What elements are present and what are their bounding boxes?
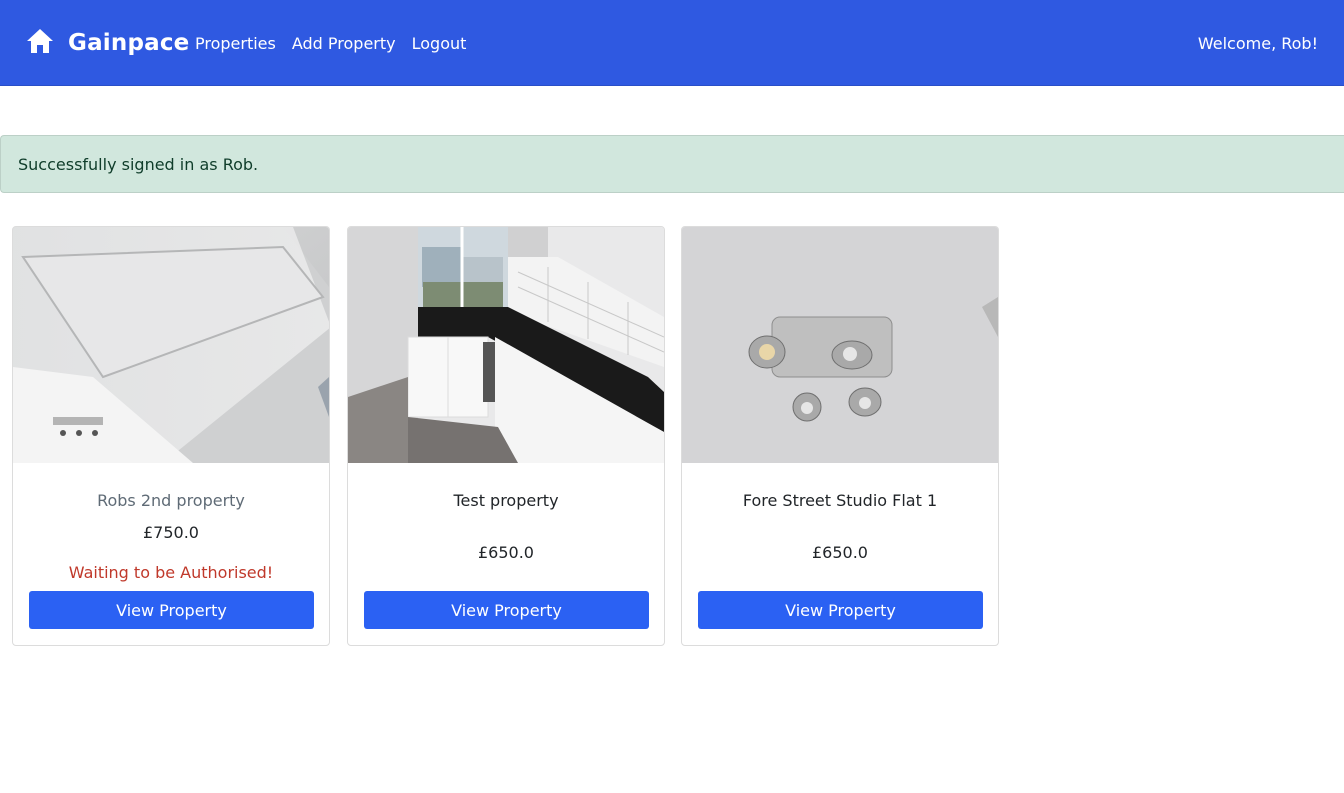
success-alert: Successfully signed in as Rob. bbox=[0, 135, 1344, 193]
view-property-button[interactable]: View Property bbox=[698, 591, 983, 629]
property-price: £650.0 bbox=[478, 543, 534, 562]
navbar: Gainpace Properties Add Property Logout … bbox=[0, 0, 1344, 86]
property-title: Robs 2nd property bbox=[97, 491, 245, 510]
nav-link-logout[interactable]: Logout bbox=[412, 34, 467, 53]
alert-message: Successfully signed in as Rob. bbox=[18, 154, 259, 174]
nav-link-add-property[interactable]: Add Property bbox=[292, 34, 396, 53]
property-title: Fore Street Studio Flat 1 bbox=[742, 491, 938, 510]
property-title: Test property bbox=[453, 491, 559, 510]
welcome-text: Welcome, Rob! bbox=[1197, 33, 1318, 53]
property-card: Test property £650.0 View Property bbox=[347, 226, 665, 646]
property-price: £750.0 bbox=[143, 523, 199, 542]
nav-link-properties[interactable]: Properties bbox=[195, 34, 276, 53]
view-property-button[interactable]: View Property bbox=[364, 591, 649, 629]
brand-link[interactable]: Gainpace bbox=[26, 26, 189, 60]
property-image bbox=[682, 227, 998, 463]
home-icon bbox=[26, 28, 54, 58]
view-property-button[interactable]: View Property bbox=[29, 591, 314, 629]
property-image bbox=[348, 227, 664, 463]
property-status: Waiting to be Authorised! bbox=[68, 563, 274, 582]
property-card: Fore Street Studio Flat 1 £650.0 View Pr… bbox=[681, 226, 999, 646]
nav-links: Properties Add Property Logout bbox=[195, 0, 466, 86]
property-price: £650.0 bbox=[812, 543, 868, 562]
property-card: Robs 2nd property £750.0 Waiting to be A… bbox=[12, 226, 330, 646]
property-image bbox=[13, 227, 329, 463]
brand-name: Gainpace bbox=[68, 30, 190, 56]
